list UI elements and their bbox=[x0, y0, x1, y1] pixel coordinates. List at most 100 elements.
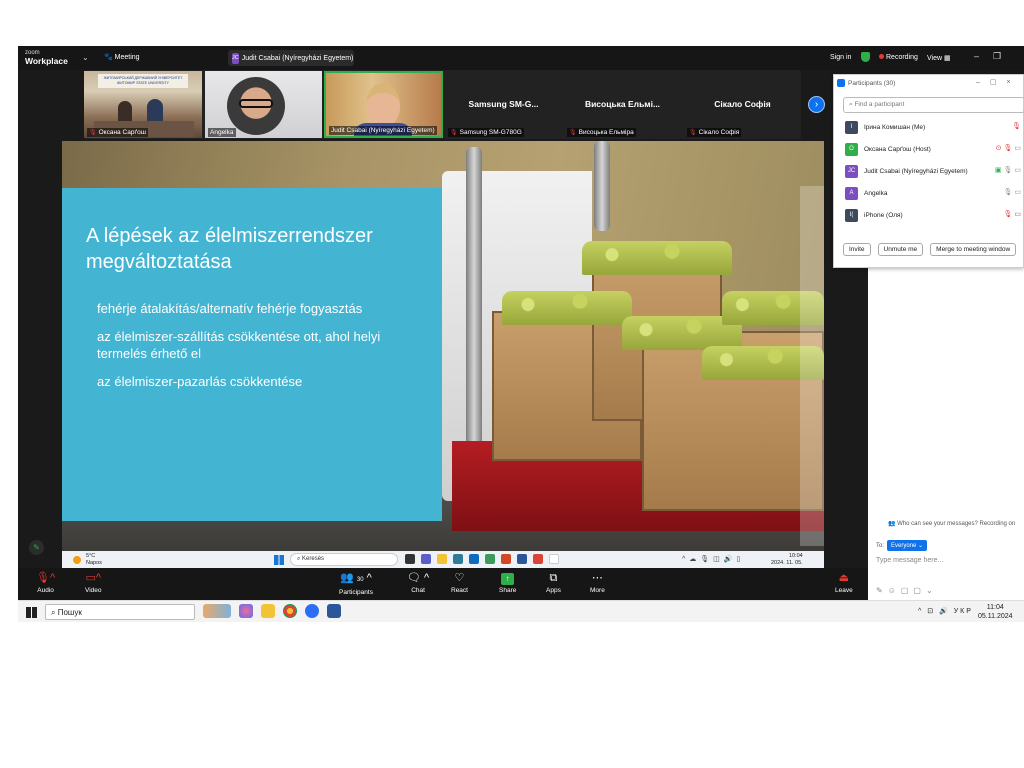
weather-widget: 5°C Napos bbox=[86, 553, 102, 566]
share-icon-wrap: ↑ bbox=[499, 571, 516, 585]
participant-row[interactable]: O Оксана Сарґош (Host) ⊙🎙▭ bbox=[845, 141, 1024, 157]
light-strip bbox=[800, 186, 824, 546]
chevron-down-icon[interactable]: ⌄ bbox=[82, 53, 89, 62]
tile-label: 🎙 Висоцька Ельміра bbox=[567, 128, 636, 137]
slide-text-box: A lépések az élelmiszerrendszer megválto… bbox=[62, 188, 442, 521]
apps-button[interactable]: ⧉ Apps bbox=[546, 571, 561, 594]
local-search-box[interactable]: ⌕ Пошук bbox=[45, 604, 195, 620]
participant-name: Ірина Комишан (Me) bbox=[864, 123, 926, 131]
video-tile-judit[interactable]: Judit Csabai (Nyíregyházi Egyetem) bbox=[324, 71, 443, 138]
remote-tray-icons: ^☁🎙◫🔊▯ bbox=[682, 556, 745, 563]
participants-icon: 👥 30 ^ bbox=[340, 572, 372, 584]
avatar: O bbox=[845, 142, 858, 156]
participants-window: Participants (30) –▢× ⌕ Find a participa… bbox=[833, 74, 1024, 268]
slide-bullet: fehérje átalakítás/alternatív fehérje fo… bbox=[97, 301, 363, 316]
avatar: I( bbox=[845, 208, 858, 222]
video-tile-oksana[interactable]: ЖИТОМИРСЬКИЙ ДЕРЖАВНИЙ УНІВЕРСИТЕТ ЖИТОМ… bbox=[84, 71, 202, 138]
folder-icon[interactable] bbox=[261, 604, 275, 618]
react-button[interactable]: ♡ React bbox=[451, 571, 468, 594]
view-button[interactable]: View ▦ bbox=[927, 54, 951, 62]
zoom-workplace-logo: zoom Workplace bbox=[25, 50, 68, 66]
participant-status-icons: ⊙🎙▭ bbox=[995, 145, 1023, 152]
participant-search-input[interactable]: ⌕ Find a participant bbox=[843, 97, 1024, 113]
mic-muted-icon: 🎙 bbox=[689, 130, 697, 136]
sign-in-button[interactable]: Sign in bbox=[830, 54, 851, 61]
participant-row[interactable]: A Angelka 🎙▭ bbox=[845, 185, 1024, 201]
invite-button[interactable]: Invite bbox=[843, 243, 871, 256]
recipient-dropdown[interactable]: Everyone ⌄ bbox=[887, 540, 928, 551]
participants-button[interactable]: 👥 30 ^ Participants bbox=[339, 571, 373, 596]
audio-button[interactable]: 🎙^ Audio bbox=[36, 571, 55, 594]
video-tile-angelka[interactable]: Angelka bbox=[205, 71, 322, 138]
clock-time: 11:04 bbox=[986, 604, 1004, 611]
sun-icon bbox=[73, 556, 81, 564]
chrome-icon[interactable] bbox=[283, 604, 297, 618]
edge-icon bbox=[485, 554, 495, 564]
meeting-menu[interactable]: 🐾 Meeting bbox=[104, 53, 140, 61]
next-page-button[interactable]: › bbox=[808, 96, 825, 113]
search-icon: ⌕ bbox=[51, 608, 58, 617]
shield-icon[interactable] bbox=[861, 52, 870, 62]
zoom-top-bar: zoom Workplace ⌄ 🐾 Meeting JC Judit Csab… bbox=[18, 46, 1024, 70]
app-icon bbox=[405, 554, 415, 564]
participant-row[interactable]: I( iPhone (Оля) 🎙▭ bbox=[845, 207, 1024, 223]
app-icon bbox=[453, 554, 463, 564]
recording-indicator[interactable]: Recording bbox=[879, 54, 918, 61]
windows-start-icon[interactable] bbox=[26, 607, 37, 618]
mic-muted-icon: 🎙^ bbox=[36, 572, 56, 584]
weather-text: Napos bbox=[86, 559, 102, 566]
zoom-app-icon[interactable] bbox=[305, 604, 319, 618]
leave-icon: ⏏ bbox=[838, 572, 850, 584]
remote-clock: 10:04 2024. 11. 05. bbox=[771, 553, 803, 566]
video-button[interactable]: ▭^ Video bbox=[85, 571, 102, 594]
participant-row[interactable]: І Ірина Комишан (Me) 🎙 bbox=[845, 119, 1024, 135]
annotate-pencil-icon[interactable]: ✎ bbox=[29, 540, 44, 555]
video-tile-sikalo[interactable]: Сікало Софія 🎙 Сікало Софія bbox=[684, 71, 801, 138]
chat-recipient: To: Everyone ⌄ bbox=[876, 540, 928, 551]
active-speaker-pill[interactable]: JC Judit Csabai (Nyíregyházi Egyetem) bbox=[228, 50, 354, 66]
outlook-icon bbox=[469, 554, 479, 564]
apples bbox=[502, 291, 632, 325]
video-thumbnail-strip: ЖИТОМИРСЬКИЙ ДЕРЖАВНИЙ УНІВЕРСИТЕТ ЖИТОМ… bbox=[84, 70, 801, 139]
unmute-me-button[interactable]: Unmute me bbox=[877, 243, 924, 256]
widget-icon[interactable] bbox=[203, 604, 231, 618]
paw-icon: 🐾 bbox=[104, 54, 113, 61]
heart-icon: ♡ bbox=[454, 572, 465, 584]
zoom-icon bbox=[837, 79, 845, 87]
merge-to-meeting-button[interactable]: Merge to meeting window bbox=[930, 243, 1017, 256]
mic-muted-icon: 🎙 bbox=[1012, 123, 1023, 130]
local-tray-icons[interactable]: ^ ⊡ 🔊 УКР bbox=[918, 607, 973, 615]
person-figure bbox=[118, 101, 132, 123]
avatar: І bbox=[845, 120, 858, 134]
chat-privacy-notice[interactable]: 👥 Who can see your messages? Recording o… bbox=[888, 520, 1015, 527]
slide-bullets: fehérje átalakítás/alternatív fehérje fo… bbox=[86, 300, 418, 390]
window-controls[interactable]: –❐ bbox=[974, 51, 1015, 62]
chat-toolbar[interactable]: ✎☺▢▢⌄ bbox=[876, 586, 938, 595]
participant-name: Оксана Сарґош (Host) bbox=[864, 145, 931, 153]
shared-slide: A lépések az élelmiszerrendszer megválto… bbox=[62, 141, 824, 551]
apples bbox=[582, 241, 732, 275]
participant-name: Angelka bbox=[864, 189, 888, 197]
leave-button[interactable]: ⏏ Leave bbox=[835, 571, 853, 594]
copilot-icon[interactable] bbox=[239, 604, 253, 618]
camera-off-icon: ▭^ bbox=[85, 572, 102, 584]
word-icon[interactable] bbox=[327, 604, 341, 618]
video-tile-vysotska[interactable]: Висоцька Ельмі... 🎙 Висоцька Ельміра bbox=[564, 71, 681, 138]
participant-row[interactable]: JC Judit Csabai (Nyíregyházi Egyetem) ▣🎙… bbox=[845, 163, 1024, 179]
video-tile-samsung[interactable]: Samsung SM-G... 🎙 Samsung SM-G780G bbox=[445, 71, 562, 138]
participant-name: iPhone (Оля) bbox=[864, 211, 903, 219]
share-button[interactable]: ↑ Share bbox=[499, 571, 516, 594]
local-clock[interactable]: 11:04 05.11.2024 bbox=[978, 603, 1013, 621]
chat-button[interactable]: 🗨 ^ Chat bbox=[407, 571, 429, 594]
chat-message-input[interactable]: Type message here... bbox=[876, 557, 943, 564]
more-button[interactable]: ⋯ More bbox=[590, 571, 605, 594]
active-speaker-name: Judit Csabai (Nyíregyházi Egyetem) bbox=[241, 54, 354, 62]
teams-icon bbox=[421, 554, 431, 564]
chat-panel: 👥 Who can see your messages? Recording o… bbox=[868, 268, 1024, 600]
person-figure bbox=[147, 99, 163, 123]
language-indicator: УКР bbox=[953, 608, 973, 615]
glasses-shape bbox=[239, 99, 273, 108]
people-icon: 👥 bbox=[888, 521, 898, 527]
window-controls[interactable]: –▢× bbox=[976, 78, 1021, 86]
tile-name: Samsung SM-G... bbox=[468, 99, 539, 109]
